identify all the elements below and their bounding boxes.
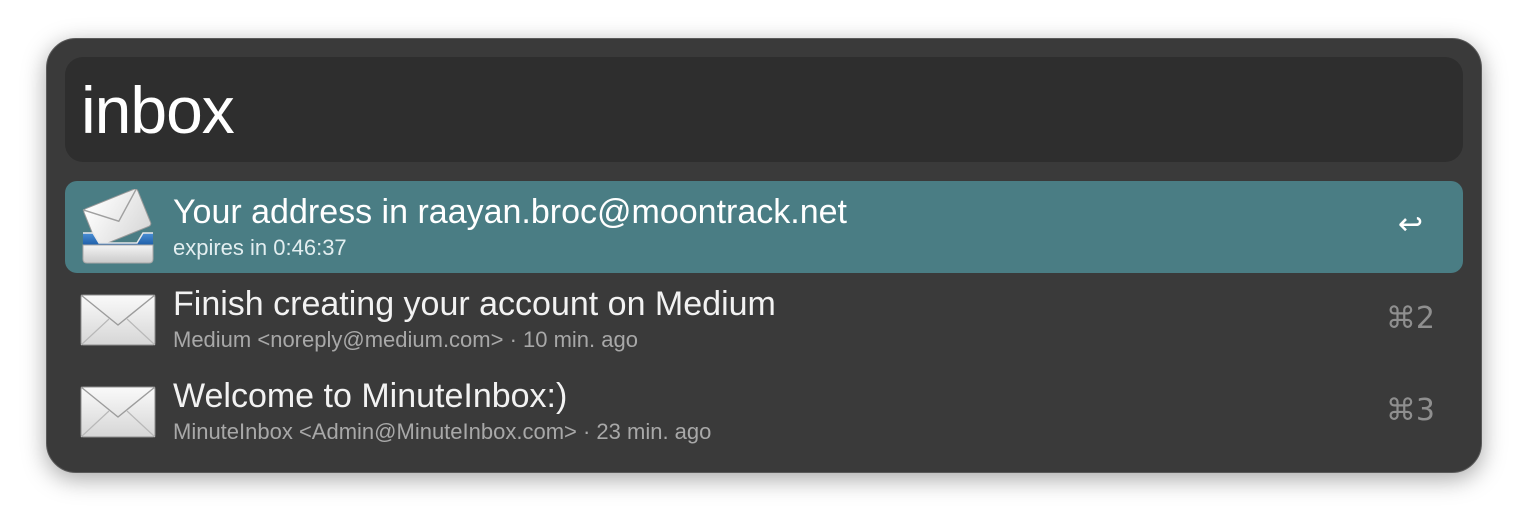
result-row-minuteinbox[interactable]: Welcome to MinuteInbox:) MinuteInbox <Ad… (65, 365, 1463, 457)
result-title: Welcome to MinuteInbox:) (173, 377, 568, 415)
shortcut-label: ⌘3 (1385, 393, 1435, 428)
envelope-icon (80, 386, 156, 438)
result-row-address[interactable]: Your address in raayan.broc@moontrack.ne… (65, 181, 1463, 273)
result-subtitle: MinuteInbox <Admin@MinuteInbox.com> · 23… (173, 419, 712, 444)
result-row-medium[interactable]: Finish creating your account on Medium M… (65, 273, 1463, 365)
launcher-window: Your address in raayan.broc@moontrack.ne… (46, 38, 1482, 473)
results-list: Your address in raayan.broc@moontrack.ne… (65, 181, 1463, 457)
mail-inbox-tray-icon (82, 189, 154, 264)
result-subtitle: expires in 0:46:37 (173, 235, 347, 260)
search-input[interactable] (81, 67, 1441, 153)
result-subtitle: Medium <noreply@medium.com> · 10 min. ag… (173, 327, 638, 352)
shortcut-label: ⌘2 (1385, 301, 1435, 336)
search-bar[interactable] (65, 57, 1463, 162)
result-title: Finish creating your account on Medium (173, 285, 776, 323)
return-key-icon: ↩ (1397, 207, 1423, 242)
envelope-icon (80, 294, 156, 346)
result-title: Your address in raayan.broc@moontrack.ne… (173, 193, 847, 231)
